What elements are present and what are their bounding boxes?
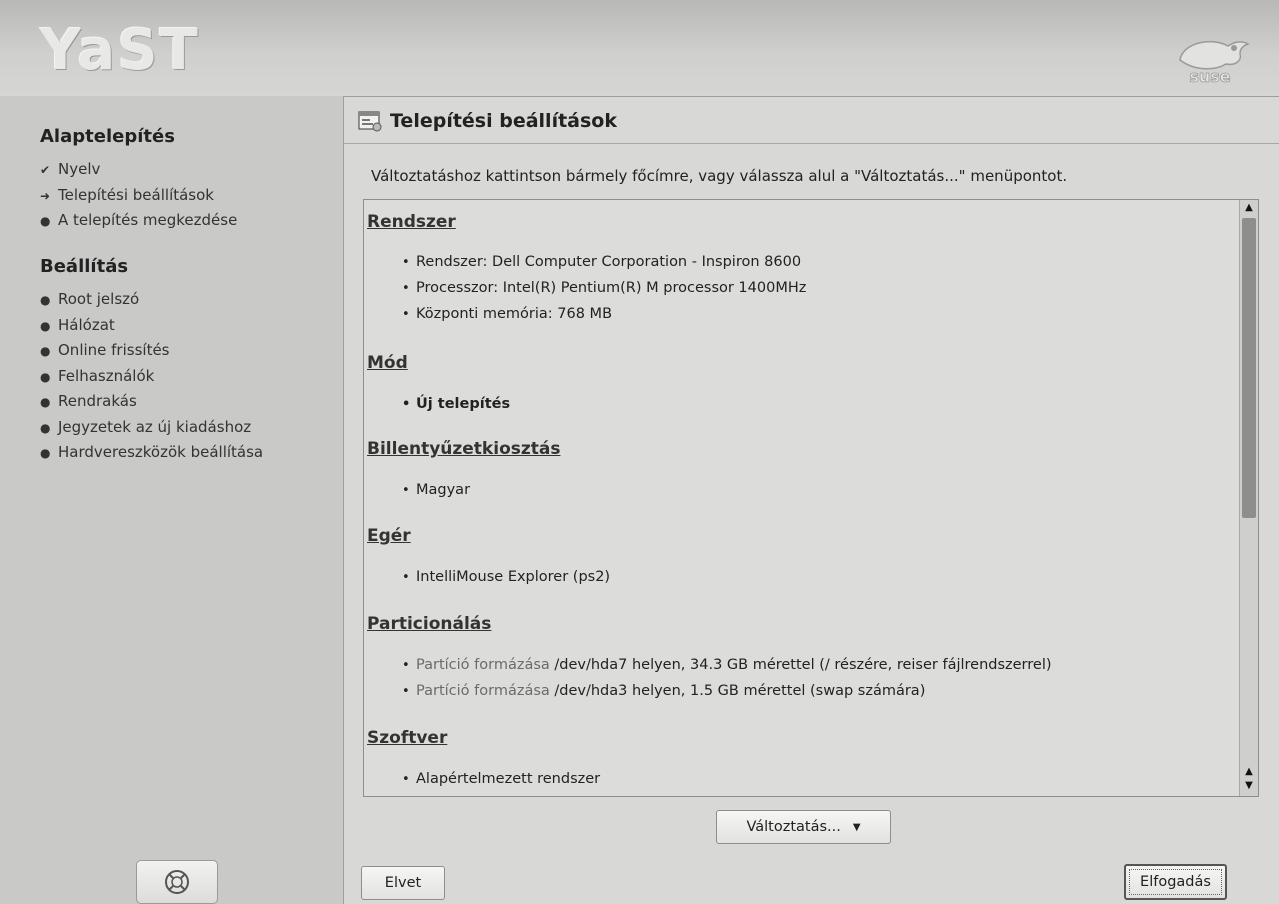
bullet-icon: ● [40, 214, 51, 228]
sidebar-item-label: Rendrakás [58, 392, 137, 410]
sidebar-item-label: Hálózat [58, 315, 115, 334]
sidebar-item-label: Online frissítés [58, 341, 170, 359]
page-title: Telepítési beállítások [390, 110, 617, 132]
section-title-partitioning[interactable]: Particionálás [367, 614, 491, 634]
accept-button[interactable]: Elfogadás [1124, 864, 1227, 900]
partition-detail: /dev/hda7 helyen, 34.3 GB mérettel (/ ré… [549, 657, 1052, 673]
format-partition-link[interactable]: Partíció formázása [416, 683, 550, 699]
sidebar-item-label: Felhasználók [58, 366, 155, 385]
instruction-text: Változtatáshoz kattintson bármely főcímr… [371, 167, 1068, 185]
sidebar-item-label: Telepítési beállítások [58, 185, 214, 204]
svg-text:suse: suse [1189, 67, 1230, 86]
section-title-mouse[interactable]: Egér [367, 526, 411, 546]
discard-button[interactable]: Elvet [361, 866, 445, 900]
summary-scrollbar[interactable]: ▲ ▲ ▼ [1239, 200, 1258, 796]
sidebar-item-label: A telepítés megkezdése [58, 211, 238, 229]
main-panel: Telepítési beállítások Változtatáshoz ka… [343, 96, 1279, 904]
change-menu-button[interactable]: Változtatás... ▼ [716, 810, 891, 844]
sidebar-item-users[interactable]: ● Felhasználók [40, 364, 263, 390]
suse-logo: suse [1170, 30, 1252, 86]
section-items-keyboard: Magyar [402, 477, 470, 503]
section-title-keyboard[interactable]: Billentyűzetkiosztás [367, 439, 560, 459]
sidebar-list-basic-installation: ✔ Nyelv ➜ Telepítési beállítások ● A telepí… [40, 157, 237, 234]
section-title-mode[interactable]: Mód [367, 353, 408, 373]
list-item: Alapértelmezett rendszer [402, 766, 600, 792]
yast-logo: YaST [40, 18, 200, 83]
list-item: Új telepítés [402, 391, 510, 417]
yast-header: YaST suse [0, 0, 1279, 96]
section-items-mode: Új telepítés [402, 391, 510, 417]
arrow-right-icon: ➜ [40, 188, 51, 203]
sidebar-item-label: Root jelszó [58, 290, 140, 308]
title-row: Telepítési beállítások [358, 105, 617, 137]
summary-content: Rendszer Rendszer: Dell Computer Corpora… [364, 200, 1238, 796]
sidebar-item-network[interactable]: ● Hálózat [40, 313, 263, 339]
section-title-software[interactable]: Szoftver [367, 728, 447, 748]
chevron-down-icon: ▼ [852, 821, 861, 833]
sidebar-item-label: Nyelv [58, 160, 101, 178]
section-items-system: Rendszer: Dell Computer Corporation - In… [402, 249, 806, 327]
partition-detail: /dev/hda3 helyen, 1.5 GB mérettel (swap … [549, 683, 926, 699]
list-item: IntelliMouse Explorer (ps2) [402, 564, 610, 590]
help-button[interactable] [136, 860, 218, 904]
sidebar-item-label: Hardvereszközök beállítása [58, 443, 264, 461]
bullet-icon: ● [40, 395, 51, 409]
list-item: Központi memória: 768 MB [402, 301, 806, 327]
sidebar-item-root-password[interactable]: ● Root jelszó [40, 287, 263, 313]
bullet-icon: ● [40, 344, 51, 358]
sidebar: Alaptelepítés ✔ Nyelv ➜ Telepítési beállít… [0, 96, 340, 904]
list-item: Processzor: Intel(R) Pentium(R) M proces… [402, 275, 806, 301]
bullet-icon: ● [40, 293, 51, 307]
format-partition-link[interactable]: Partíció formázása [416, 657, 550, 673]
bullet-icon: ● [40, 420, 51, 435]
list-item: Magyar [402, 477, 470, 503]
sidebar-item-language[interactable]: ✔ Nyelv [40, 157, 237, 183]
sidebar-item-installation-settings[interactable]: ➜ Telepítési beállítások [40, 183, 237, 209]
bullet-icon: ● [40, 318, 51, 333]
sidebar-item-cleanup[interactable]: ● Rendrakás [40, 389, 263, 415]
help-lifebuoy-icon [165, 870, 189, 894]
list-item: Rendszer: Dell Computer Corporation - In… [402, 249, 806, 275]
section-items-software: Alapértelmezett rendszer [402, 766, 600, 792]
sidebar-item-start-installation[interactable]: ● A telepítés megkezdése [40, 208, 237, 234]
check-icon: ✔ [40, 163, 51, 177]
section-title-system[interactable]: Rendszer [367, 212, 456, 232]
scroll-up-arrow-icon[interactable]: ▲ [1240, 200, 1258, 216]
bullet-icon: ● [40, 446, 51, 460]
scroll-down-arrow-icon[interactable]: ▼ [1240, 778, 1258, 794]
section-items-mouse: IntelliMouse Explorer (ps2) [402, 564, 610, 590]
section-items-partitioning: Partíció formázása /dev/hda7 helyen, 34.… [402, 652, 1052, 704]
installation-summary[interactable]: Rendszer Rendszer: Dell Computer Corpora… [363, 199, 1259, 797]
sidebar-heading-basic-installation: Alaptelepítés [40, 126, 175, 147]
bullet-icon: ● [40, 369, 51, 384]
list-item: Partíció formázása /dev/hda3 helyen, 1.5… [402, 678, 1052, 704]
sidebar-item-online-update[interactable]: ● Online frissítés [40, 338, 263, 364]
sidebar-item-hardware-config[interactable]: ● Hardvereszközök beállítása [40, 440, 263, 466]
sidebar-list-configuration: ● Root jelszó ● Hálózat ● Online frissítés … [40, 287, 263, 466]
scroll-thumb[interactable] [1242, 218, 1256, 518]
list-item: Partíció formázása /dev/hda7 helyen, 34.… [402, 652, 1052, 678]
settings-window-icon [358, 111, 382, 132]
title-divider [344, 143, 1279, 144]
sidebar-item-label: Jegyzetek az új kiadáshoz [58, 417, 252, 436]
sidebar-heading-configuration: Beállítás [40, 256, 129, 277]
change-button-label: Változtatás... [746, 819, 841, 835]
sidebar-item-release-notes[interactable]: ● Jegyzetek az új kiadáshoz [40, 415, 263, 441]
